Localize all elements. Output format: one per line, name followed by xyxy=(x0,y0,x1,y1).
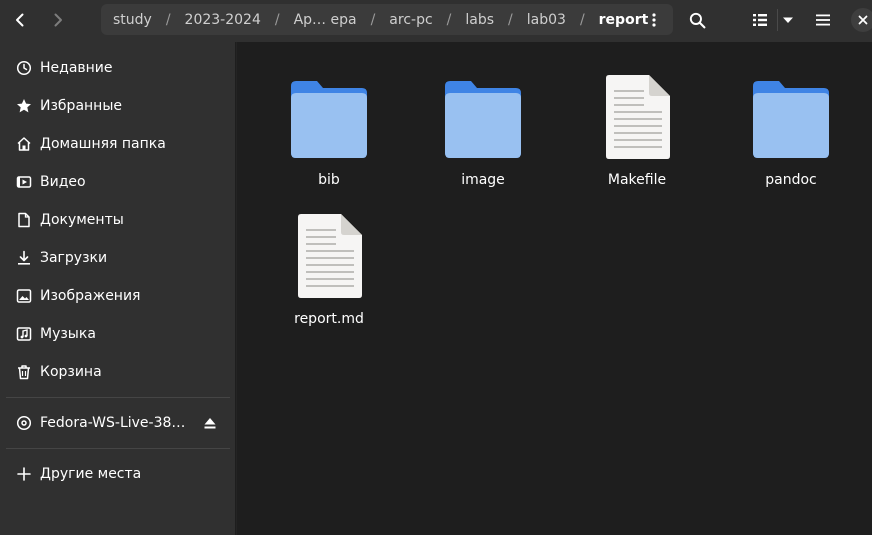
sidebar-item-downloads[interactable]: Загрузки xyxy=(6,240,230,276)
sidebar-item-recent[interactable]: Недавние xyxy=(6,50,230,86)
sidebar-item-label: Избранные xyxy=(40,98,122,114)
sidebar-item-pictures[interactable]: Изображения xyxy=(6,278,230,314)
file-item-pandoc[interactable]: pandoc xyxy=(731,72,851,202)
sidebar-item-label: Fedora-WS-Live-38… xyxy=(40,415,186,431)
file-name: Makefile xyxy=(607,172,667,188)
eject-button[interactable] xyxy=(200,413,220,433)
breadcrumb-separator: / xyxy=(165,11,171,28)
sidebar-item-home[interactable]: Домашняя папка xyxy=(6,126,230,162)
breadcrumb-separator: / xyxy=(508,11,513,28)
sidebar-item-starred[interactable]: Избранные xyxy=(6,88,230,124)
breadcrumb-study[interactable]: study xyxy=(111,12,154,28)
sidebar-item-other-locations[interactable]: Другие места xyxy=(6,456,230,492)
image-icon xyxy=(14,286,34,306)
breadcrumb-arc-pc[interactable]: arc-pc xyxy=(387,12,434,28)
sidebar-item-label: Домашняя папка xyxy=(40,136,166,152)
breadcrumb-separator: / xyxy=(579,11,585,28)
file-name: bib xyxy=(318,172,340,188)
file-name: pandoc xyxy=(765,172,817,188)
back-button[interactable] xyxy=(4,5,36,35)
vertical-dots-icon xyxy=(652,13,656,27)
sidebar-item-device[interactable]: Fedora-WS-Live-38… xyxy=(6,405,230,441)
eject-icon xyxy=(204,418,216,429)
breadcrumb-separator: / xyxy=(274,11,280,28)
sidebar-divider xyxy=(6,397,230,398)
list-view-button[interactable] xyxy=(745,5,775,35)
path-bar: study / 2023-2024 / Ар… ера / arc-pc / l… xyxy=(101,4,673,35)
sidebar-item-label: Музыка xyxy=(40,326,96,342)
path-menu-button[interactable] xyxy=(639,7,669,33)
document-icon xyxy=(14,210,34,230)
file-item-makefile[interactable]: Makefile xyxy=(577,72,697,202)
sidebar-item-label: Корзина xyxy=(40,364,102,380)
caret-down-icon xyxy=(783,17,793,23)
hamburger-menu-icon xyxy=(816,14,830,26)
breadcrumb-separator: / xyxy=(446,11,452,28)
file-item-bib[interactable]: bib xyxy=(269,72,389,202)
sidebar-item-label: Недавние xyxy=(40,60,113,76)
folder-icon xyxy=(445,81,521,158)
sidebar-divider xyxy=(6,448,230,449)
search-button[interactable] xyxy=(681,5,713,35)
disc-icon xyxy=(14,413,34,433)
folder-icon xyxy=(291,81,367,158)
plus-icon xyxy=(14,464,34,484)
file-view: bib image Makefile pandoc report.md xyxy=(237,42,872,535)
file-item-report-md[interactable]: report.md xyxy=(269,211,389,341)
trash-icon xyxy=(14,362,34,382)
chevron-right-icon xyxy=(54,13,62,27)
text-file-icon xyxy=(606,75,670,159)
chevron-left-icon xyxy=(16,13,24,27)
file-name: image xyxy=(461,172,505,188)
file-item-image[interactable]: image xyxy=(423,72,543,202)
sidebar: Недавние Избранные Домашняя папка Видео … xyxy=(0,42,236,535)
close-window-button[interactable] xyxy=(851,8,872,32)
sidebar-item-music[interactable]: Музыка xyxy=(6,316,230,352)
sidebar-item-documents[interactable]: Документы xyxy=(6,202,230,238)
music-icon xyxy=(14,324,34,344)
close-icon xyxy=(858,15,868,25)
forward-button[interactable] xyxy=(42,5,74,35)
breadcrumb-year[interactable]: 2023-2024 xyxy=(183,12,263,28)
home-icon xyxy=(14,134,34,154)
sidebar-item-label: Видео xyxy=(40,174,86,190)
folder-icon xyxy=(753,81,829,158)
sidebar-item-trash[interactable]: Корзина xyxy=(6,354,230,390)
sidebar-item-videos[interactable]: Видео xyxy=(6,164,230,200)
sidebar-item-label: Загрузки xyxy=(40,250,108,266)
clock-icon xyxy=(14,58,34,78)
main-menu-button[interactable] xyxy=(808,5,838,35)
list-view-icon xyxy=(753,14,767,26)
header-bar: study / 2023-2024 / Ар… ера / arc-pc / l… xyxy=(0,0,872,42)
sidebar-item-label: Изображения xyxy=(40,288,141,304)
video-icon xyxy=(14,172,34,192)
breadcrumb-lab03[interactable]: lab03 xyxy=(525,12,568,28)
star-icon xyxy=(14,96,34,116)
text-file-icon xyxy=(298,214,362,298)
breadcrumb-course[interactable]: Ар… ера xyxy=(292,12,359,28)
file-name: report.md xyxy=(294,311,364,327)
search-icon xyxy=(689,12,705,28)
breadcrumb-labs[interactable]: labs xyxy=(463,12,496,28)
breadcrumb-separator: / xyxy=(370,11,376,28)
sidebar-item-label: Другие места xyxy=(40,466,142,482)
view-options-button[interactable] xyxy=(778,5,798,35)
download-icon xyxy=(14,248,34,268)
sidebar-item-label: Документы xyxy=(40,212,124,228)
